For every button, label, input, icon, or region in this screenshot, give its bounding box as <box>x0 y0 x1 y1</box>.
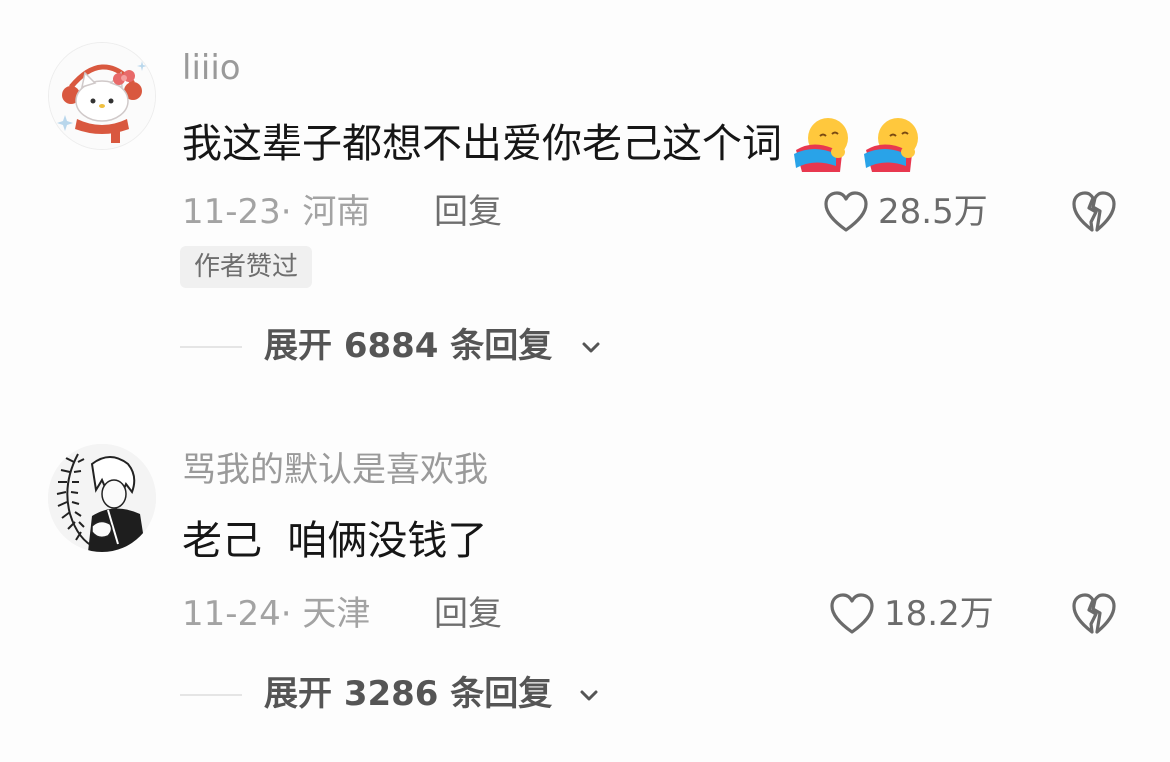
comment-text: 我这辈子都想不出爱你老己这个词 <box>182 114 922 174</box>
anime-character-avatar-icon <box>48 444 156 552</box>
avatar[interactable] <box>48 42 156 150</box>
date-location: 11-23· 河南 <box>182 192 371 232</box>
divider-line <box>180 346 242 348</box>
username[interactable]: liiio <box>182 48 241 88</box>
author-liked-badge: 作者赞过 <box>180 246 313 288</box>
username[interactable]: 骂我的默认是喜欢我 <box>182 450 488 490</box>
hello-kitty-avatar-icon <box>49 43 155 149</box>
hugging-face-emoji-icon <box>864 118 918 172</box>
chevron-down-icon <box>582 342 600 353</box>
comment-text-content: 我这辈子都想不出爱你老己这个词 <box>182 121 782 167</box>
comment-list: liiio 我这辈子都想不出爱你老己这个词 11-23· 河南 回复 28.5万… <box>0 0 1170 762</box>
reply-button[interactable]: 回复 <box>434 592 502 636</box>
expand-replies-button[interactable]: 展开 6884 条回复 <box>180 324 680 368</box>
expand-replies-label: 展开 6884 条回复 <box>264 326 553 366</box>
like-count: 18.2万 <box>884 594 994 634</box>
like-button[interactable]: 18.2万 <box>828 592 994 636</box>
comment-text-content: 老己 咱俩没钱了 <box>182 518 488 564</box>
broken-heart-icon[interactable] <box>1070 190 1118 234</box>
heart-icon <box>830 593 874 634</box>
comment-text: 老己 咱俩没钱了 <box>182 516 487 566</box>
comment-meta: 11-24· 天津 回复 18.2万 <box>182 592 1142 636</box>
like-button[interactable]: 28.5万 <box>822 190 988 234</box>
comment-meta: 11-23· 河南 回复 28.5万 <box>182 190 1142 234</box>
like-count: 28.5万 <box>878 192 988 232</box>
chevron-down-icon <box>580 690 598 701</box>
divider-line <box>180 694 242 696</box>
reply-button[interactable]: 回复 <box>434 190 502 234</box>
heart-icon <box>824 191 868 232</box>
hugging-face-emoji-icon <box>794 118 848 172</box>
date-location: 11-24· 天津 <box>182 594 371 634</box>
broken-heart-icon[interactable] <box>1070 592 1118 636</box>
expand-replies-button[interactable]: 展开 3286 条回复 <box>180 672 680 716</box>
expand-replies-label: 展开 3286 条回复 <box>264 674 553 714</box>
avatar[interactable] <box>48 444 156 552</box>
